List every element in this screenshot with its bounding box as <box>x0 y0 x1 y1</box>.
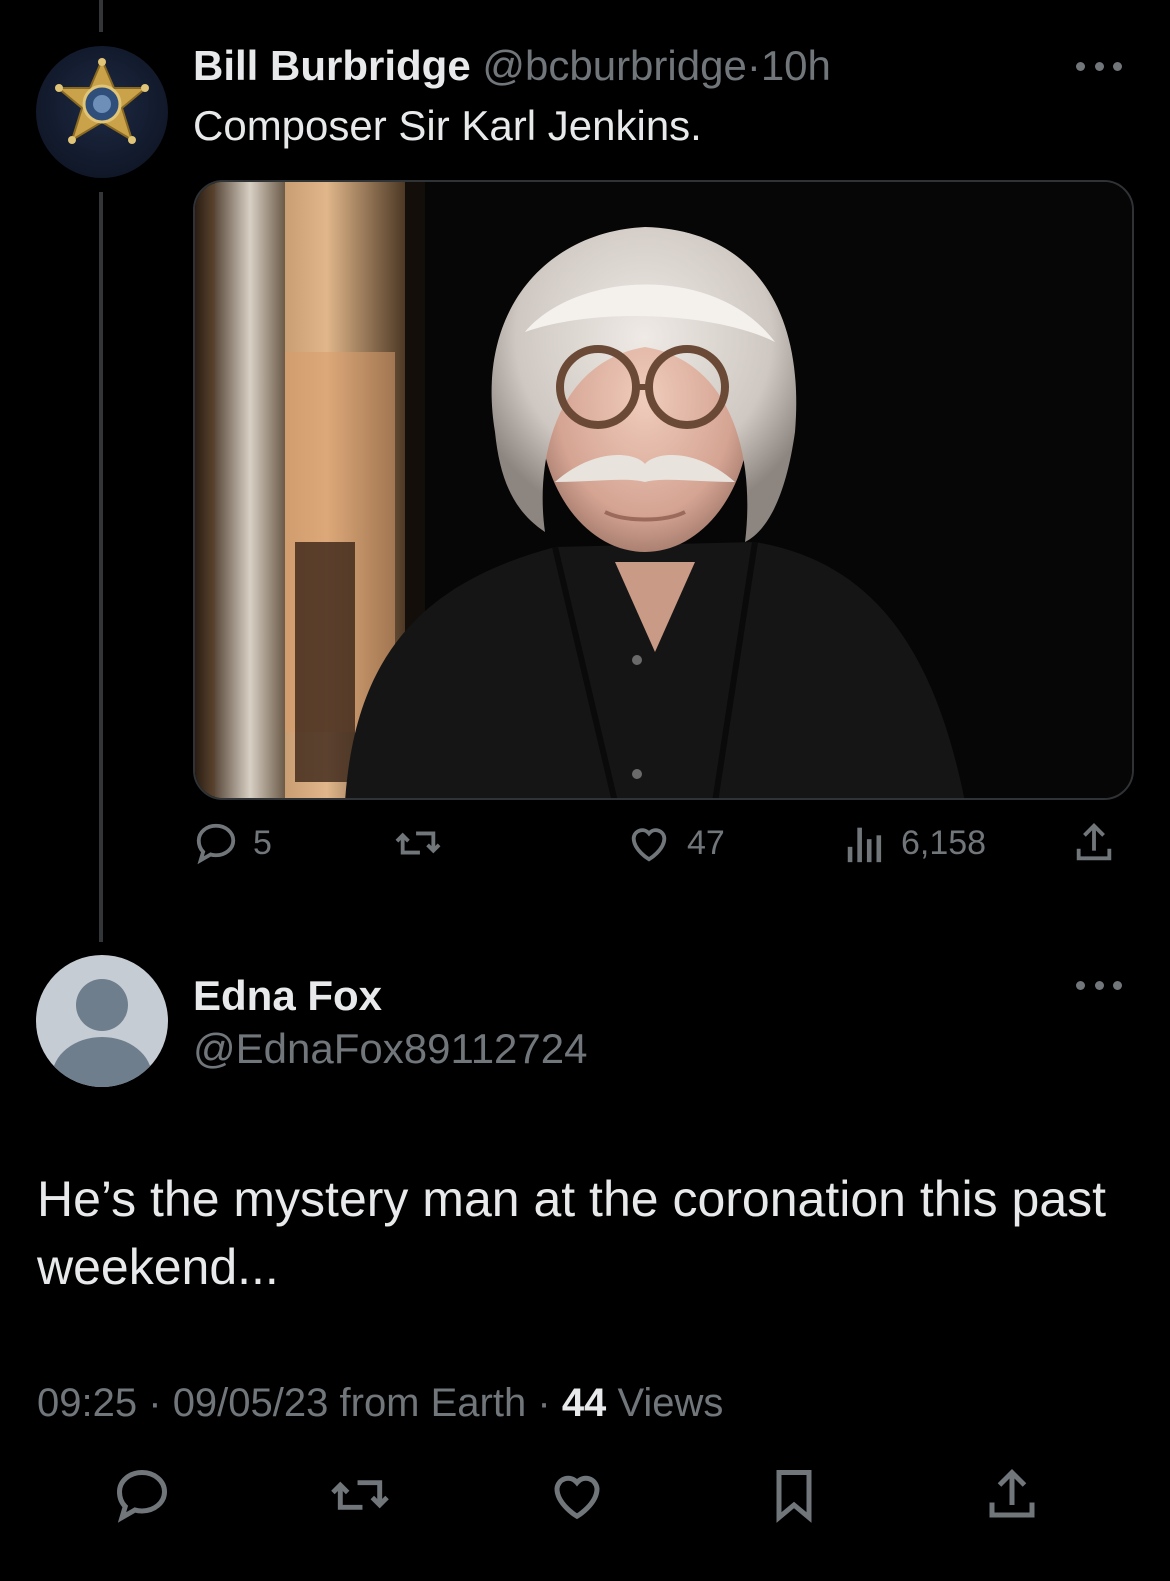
view-count: 6,158 <box>901 823 987 862</box>
heart-icon <box>631 828 667 862</box>
reply-avatar[interactable] <box>36 955 168 1087</box>
bookmark-icon <box>776 1470 812 1523</box>
tweet-text: Composer Sir Karl Jenkins. <box>193 102 702 149</box>
tweet-photo[interactable] <box>193 180 1134 800</box>
bottom-reply-button[interactable] <box>112 1465 172 1530</box>
tweet-more-icon[interactable] <box>1076 56 1122 76</box>
reply-count: 5 <box>253 823 272 862</box>
reply-author-handle[interactable]: @EdnaFox89112724 <box>193 1023 588 1075</box>
author-name[interactable]: Bill Burbridge <box>193 42 471 89</box>
reply-action-bar <box>0 1465 1170 1545</box>
reply-text: He’s the mystery man at the coronation t… <box>37 1171 1107 1295</box>
share-button[interactable] <box>1071 820 1117 866</box>
like-button[interactable]: 47 <box>625 820 725 866</box>
meta-separator: · <box>148 1381 162 1425</box>
like-count: 47 <box>687 823 725 862</box>
sheriff-star-badge-icon <box>55 57 149 144</box>
meta-separator: · <box>537 1381 551 1425</box>
thread-connector-top <box>99 0 103 32</box>
bottom-retweet-button[interactable] <box>328 1465 392 1530</box>
reply-views-label: Views <box>617 1381 724 1425</box>
tweet-time[interactable]: 10h <box>761 42 831 89</box>
bottom-like-button[interactable] <box>546 1465 608 1530</box>
reply-time[interactable]: 09:25 <box>37 1381 137 1425</box>
default-user-icon <box>52 979 152 1087</box>
bookmark-button[interactable] <box>764 1465 824 1530</box>
reply-author-name[interactable]: Edna Fox <box>193 970 382 1022</box>
reply-views-count: 44 <box>561 1381 607 1425</box>
header-separator: · <box>746 42 761 89</box>
reply-date-location[interactable]: 09/05/23 from Earth <box>173 1381 527 1425</box>
reply-button[interactable]: 5 <box>193 820 272 866</box>
reply-more-icon[interactable] <box>1076 975 1122 995</box>
tweet-header: Bill Burbridge @bcburbridge·10h <box>193 40 831 92</box>
portrait-photo-image <box>195 182 1132 798</box>
tweet-action-bar: 5 47 6,158 <box>193 820 1134 880</box>
thread-connector <box>99 192 103 942</box>
retweet-icon <box>331 1480 389 1510</box>
reply-meta: 09:25 · 09/05/23 from Earth · 44 Views <box>37 1378 723 1428</box>
heart-icon <box>554 1475 600 1520</box>
author-avatar[interactable] <box>36 46 168 178</box>
share-icon <box>1076 823 1112 861</box>
share-icon <box>989 1468 1035 1518</box>
reply-icon <box>196 823 236 865</box>
author-handle[interactable]: @bcburbridge <box>482 42 746 89</box>
bottom-share-button[interactable] <box>982 1465 1042 1530</box>
views-button[interactable]: 6,158 <box>843 820 986 866</box>
analytics-bars-icon <box>847 827 882 863</box>
reply-icon <box>116 1469 168 1523</box>
retweet-icon <box>395 831 441 855</box>
retweet-button[interactable] <box>393 820 443 866</box>
